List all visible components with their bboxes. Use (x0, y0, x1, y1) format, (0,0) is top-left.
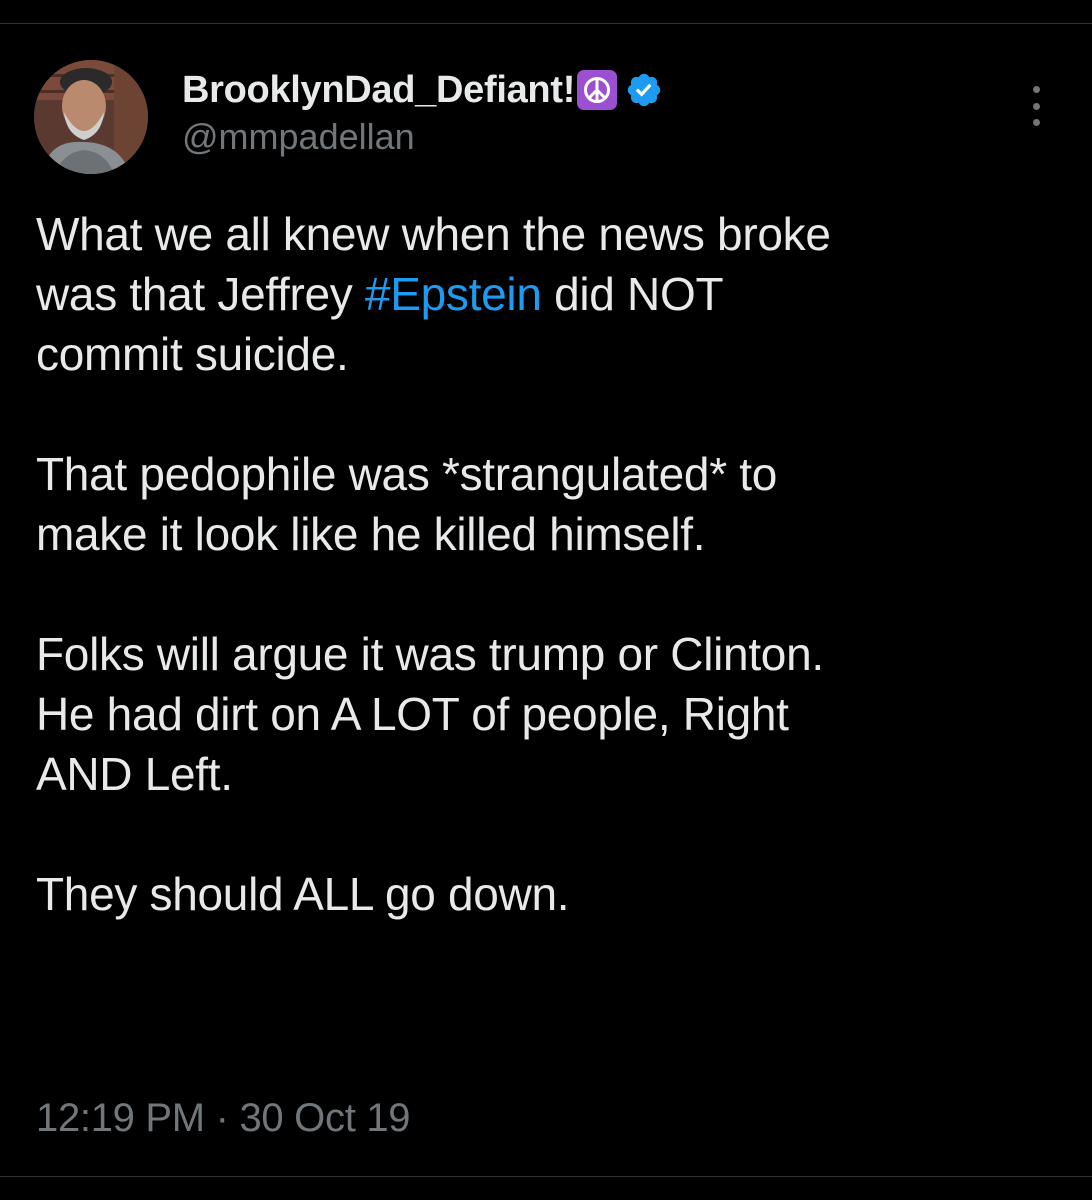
tweet-text: What we all knew when the news broke was… (36, 204, 1066, 924)
verified-badge-icon (625, 71, 663, 109)
tweet-line-text: did NOT (541, 268, 724, 320)
tweet-line: That pedophile was *strangulated* to (36, 448, 778, 500)
display-name[interactable]: BrooklynDad_Defiant! (182, 69, 575, 112)
tweet-line: was that Jeffrey #Epstein did NOT (36, 264, 1066, 324)
tweet-line: He had dirt on A LOT of people, Right (36, 688, 789, 740)
timestamp-separator: · (204, 1096, 240, 1140)
tweet-paragraph: What we all knew when the news broke was… (36, 204, 1066, 384)
timestamp-date: 30 Oct 19 (239, 1096, 411, 1140)
tweet-paragraph: They should ALL go down. (36, 864, 1066, 924)
bottom-divider (0, 1176, 1092, 1177)
top-divider (0, 0, 1092, 24)
author-info[interactable]: BrooklynDad_Defiant! @mmpadellan (182, 66, 663, 158)
timestamp-time: 12:19 PM (36, 1096, 205, 1140)
tweet-line: Folks will argue it was trump or Clinton… (36, 628, 824, 680)
tweet-line-text: was that Jeffrey (36, 268, 365, 320)
hashtag-link[interactable]: #Epstein (365, 268, 542, 320)
more-dot (1032, 102, 1040, 110)
tweet-timestamp[interactable]: 12:19 PM · 30 Oct 19 (36, 1096, 411, 1141)
tweet-line: commit suicide. (36, 328, 349, 380)
avatar-image (34, 60, 148, 174)
tweet-line: AND Left. (36, 748, 233, 800)
more-options-icon[interactable] (1022, 86, 1050, 126)
name-row: BrooklynDad_Defiant! (182, 66, 663, 114)
tweet-line: They should ALL go down. (36, 868, 570, 920)
tweet-paragraph: Folks will argue it was trump or Clinton… (36, 624, 1066, 804)
tweet-paragraph: That pedophile was *strangulated* to mak… (36, 444, 1066, 564)
handle[interactable]: @mmpadellan (182, 116, 663, 158)
more-dot (1032, 86, 1040, 93)
peace-symbol-icon (577, 70, 618, 110)
more-dot (1032, 119, 1040, 126)
tweet-line: make it look like he killed himself. (36, 508, 706, 560)
avatar[interactable] (34, 60, 148, 174)
tweet-line: What we all knew when the news broke (36, 208, 831, 260)
